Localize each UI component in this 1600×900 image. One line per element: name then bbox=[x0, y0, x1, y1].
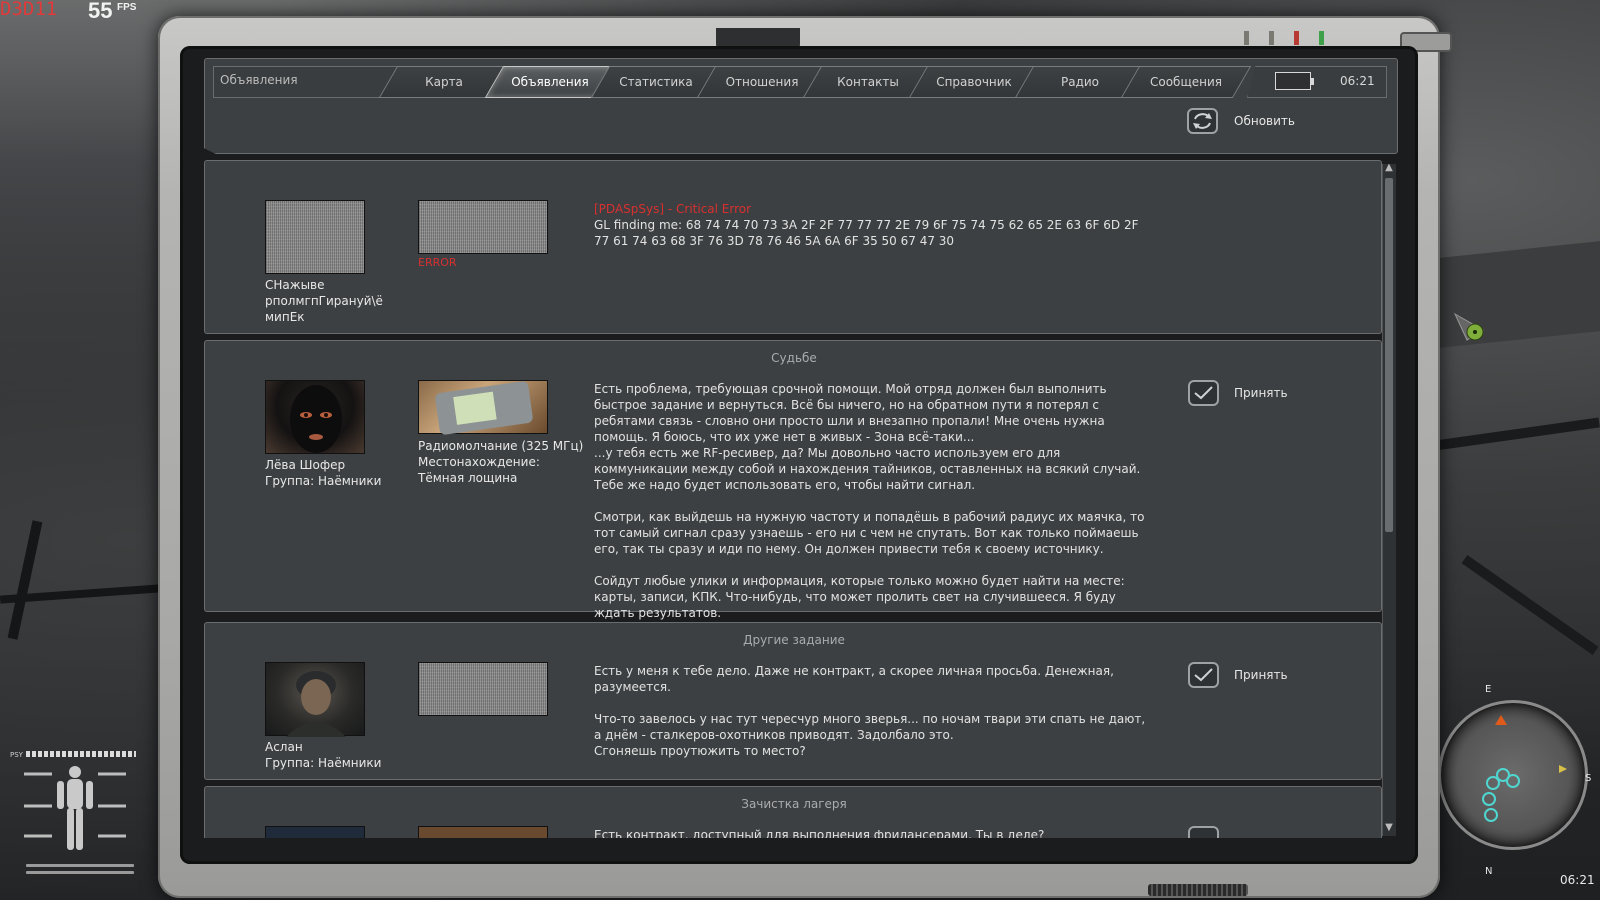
tab-messages[interactable]: Сообщения bbox=[1120, 66, 1252, 98]
compass-east: E bbox=[1485, 684, 1492, 695]
announcement-card: Другие задание Аслан Группа: Наёмники Ес… bbox=[204, 622, 1382, 780]
accept-checkbox[interactable] bbox=[1188, 662, 1219, 688]
refresh-label: Обновить bbox=[1234, 114, 1295, 128]
sender-group: Группа: Наёмники bbox=[265, 756, 382, 770]
scroll-down-arrow-icon[interactable]: ▼ bbox=[1383, 822, 1395, 834]
refresh-button[interactable]: Обновить bbox=[1187, 108, 1307, 136]
announcement-card: СНажыве рполмгпГирануй\ё мипЕк ERROR [PD… bbox=[204, 160, 1382, 334]
compass-north: N bbox=[1485, 866, 1493, 877]
accept-checkbox[interactable] bbox=[1188, 826, 1219, 838]
fps-counter: 55 bbox=[88, 0, 113, 23]
psy-label: PSY bbox=[10, 751, 23, 759]
item-image bbox=[418, 662, 548, 716]
announcement-card: Судьбе Лёва Шофер Группа: Наёмники Радио… bbox=[204, 340, 1382, 620]
message-text: Есть проблема, требующая срочной помощи.… bbox=[594, 382, 1145, 620]
message-text: Есть контракт, доступный для выполнения … bbox=[594, 828, 1045, 838]
accept-checkbox[interactable] bbox=[1188, 380, 1219, 406]
body-status-icon bbox=[24, 766, 126, 850]
tab-label: Объявления bbox=[511, 75, 589, 89]
tab-label: Контакты bbox=[837, 75, 899, 89]
minimap bbox=[1438, 700, 1588, 850]
wooden-beam bbox=[1420, 417, 1600, 453]
item-info: Радиомолчание (325 МГц) Местонахождение:… bbox=[418, 439, 584, 485]
scroll-up-arrow-icon[interactable]: ▲ bbox=[1383, 162, 1395, 174]
pda-clock: 06:21 bbox=[1340, 74, 1375, 88]
sender-portrait bbox=[265, 662, 365, 737]
stamina-bars bbox=[26, 864, 134, 878]
message-text: Есть у меня к тебе дело. Даже не контрак… bbox=[594, 664, 1146, 758]
item-image bbox=[418, 826, 548, 838]
fps-unit: FPS bbox=[117, 2, 137, 13]
sender-name: Аслан bbox=[265, 740, 303, 754]
psy-health-bar bbox=[26, 751, 136, 757]
task-title: Зачистка лагеря bbox=[741, 797, 847, 811]
item-caption: ERROR bbox=[418, 256, 457, 269]
minimap-markers-icon bbox=[1482, 715, 1567, 822]
task-title: Другие задание bbox=[743, 633, 845, 647]
task-title: Судьбе bbox=[771, 351, 817, 365]
sender-name: СНажыве рполмгпГирануй\ё мипЕк bbox=[265, 278, 383, 324]
sender-portrait bbox=[265, 200, 365, 274]
wooden-beam bbox=[1461, 555, 1599, 655]
tab-label: Сообщения bbox=[1149, 75, 1222, 89]
battery-icon bbox=[1275, 72, 1314, 90]
tab-label: Статистика bbox=[619, 75, 693, 89]
compass-south: S bbox=[1585, 773, 1592, 784]
announcement-card: Зачистка лагеря Есть контракт, доступный… bbox=[204, 786, 1382, 838]
game-time: 06:21 bbox=[1560, 873, 1595, 887]
scrollbar-thumb[interactable] bbox=[1385, 178, 1393, 532]
tab-label: Отношения bbox=[725, 75, 799, 89]
error-title: [PDASpSys] - Critical Error bbox=[594, 202, 752, 216]
tab-label: Карта bbox=[425, 75, 463, 89]
refresh-icon bbox=[1187, 108, 1218, 134]
item-image bbox=[418, 380, 548, 435]
sender-group: Группа: Наёмники bbox=[265, 474, 382, 488]
renderer-label: D3D11 bbox=[0, 0, 58, 20]
section-title: Объявления bbox=[213, 66, 398, 98]
accept-label[interactable]: Принять bbox=[1234, 386, 1288, 400]
sender-name: Лёва Шофер bbox=[265, 458, 346, 472]
wooden-beam bbox=[7, 520, 43, 640]
radiation-anomaly-icon bbox=[1453, 312, 1484, 341]
pda-speaker-grill bbox=[1148, 884, 1248, 896]
sender-portrait bbox=[265, 380, 365, 454]
item-image bbox=[418, 200, 548, 254]
tab-label: Радио bbox=[1060, 75, 1100, 89]
tab-label: Справочник bbox=[936, 75, 1012, 89]
accept-label[interactable]: Принять bbox=[1234, 668, 1288, 682]
announcement-list: СНажыве рполмгпГирануй\ё мипЕк ERROR [PD… bbox=[204, 160, 1384, 838]
message-text: GL finding me: 68 74 74 70 73 3A 2F 2F 7… bbox=[594, 218, 1139, 248]
sender-portrait bbox=[265, 826, 365, 838]
